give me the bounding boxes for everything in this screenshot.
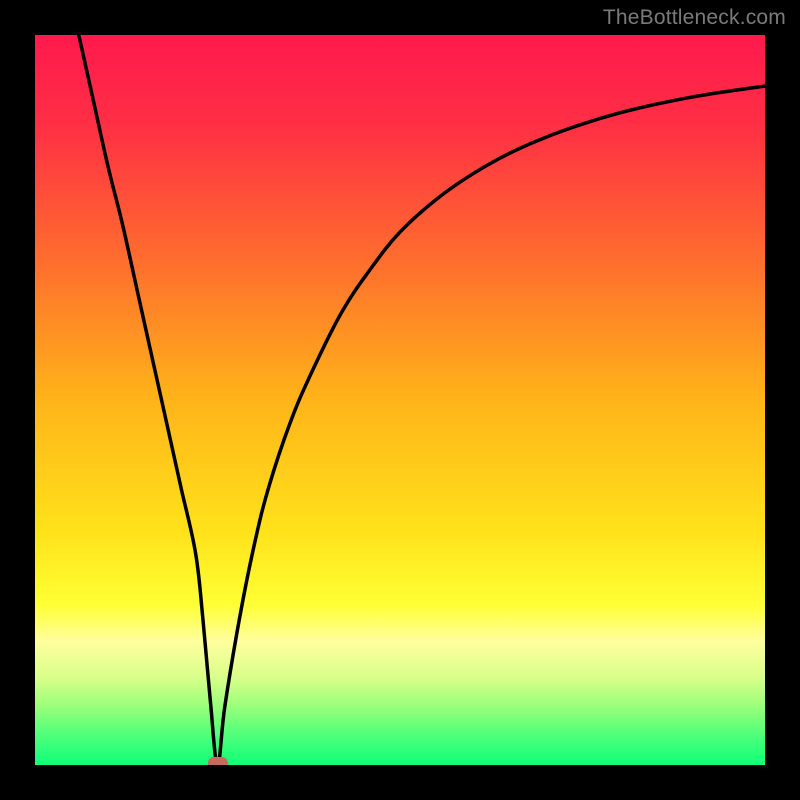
minimum-marker [208, 757, 228, 765]
watermark-text: TheBottleneck.com [603, 6, 786, 30]
curve-line [35, 35, 765, 765]
chart-frame: TheBottleneck.com [0, 0, 800, 800]
plot-area [35, 35, 765, 765]
